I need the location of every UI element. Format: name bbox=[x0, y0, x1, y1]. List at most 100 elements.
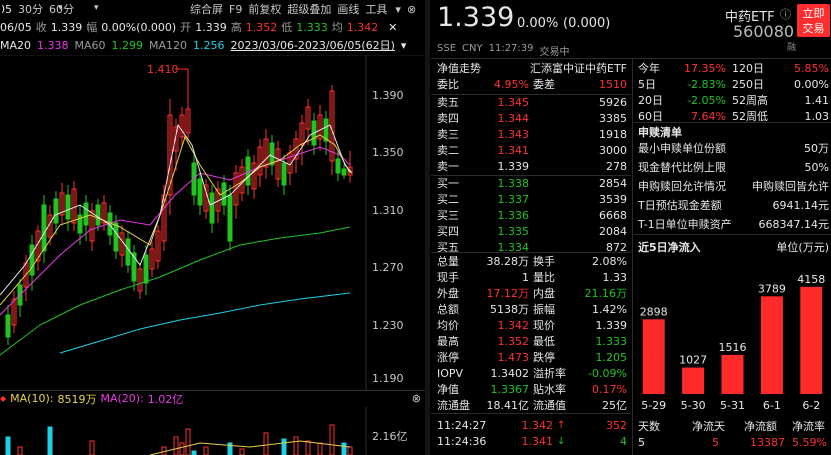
price-tick: 1.230 bbox=[372, 319, 404, 332]
info-icon[interactable]: ⓘ bbox=[780, 6, 791, 22]
volume-bar bbox=[329, 424, 335, 455]
perf-value: 5.85% bbox=[794, 61, 829, 75]
change-abs: (0.000) bbox=[563, 16, 611, 31]
inflow-bar bbox=[642, 319, 665, 394]
stat-value: 1.42% bbox=[592, 302, 627, 316]
inflow-category-label: 5-30 bbox=[681, 399, 706, 412]
inflow-footer-value: 13387 bbox=[750, 436, 785, 449]
vol-settings-icon[interactable]: ⊗ bbox=[412, 392, 421, 405]
currency: CNY bbox=[462, 43, 483, 54]
inflow-bar bbox=[721, 354, 744, 394]
stat-value: 1.473 bbox=[497, 350, 530, 364]
perf-label: 52周高 bbox=[732, 94, 768, 107]
ask-price: 1.339 bbox=[497, 159, 530, 173]
bid-row[interactable]: 买二 1.337 3539 bbox=[431, 191, 631, 207]
view-tools[interactable]: 工具 bbox=[365, 1, 387, 17]
redemption-title: 申赎清单 bbox=[638, 126, 682, 139]
view-draw[interactable]: 画线 bbox=[337, 1, 359, 17]
inflow-bar bbox=[800, 286, 823, 394]
bid-label: 买一 bbox=[437, 177, 459, 190]
perf-label: 今年 bbox=[638, 62, 660, 75]
volume-chart[interactable] bbox=[0, 407, 425, 455]
close-panel-icon[interactable]: ✕ bbox=[388, 21, 397, 34]
stat-value: 1.333 bbox=[595, 334, 628, 348]
ask-row[interactable]: 卖五 1.345 5926 bbox=[431, 94, 631, 110]
inflow-bar-chart: 2898 5-29 1027 5-30 1516 5-31 3789 6-1 4158 6-2 bbox=[640, 273, 826, 412]
date-range[interactable]: 2023/03/06-2023/06/05(62日) bbox=[231, 37, 395, 53]
stat-value: -0.09% bbox=[588, 366, 627, 380]
perf-value: 0.00% bbox=[794, 77, 829, 91]
volume-bar bbox=[203, 446, 209, 455]
stat-row: 最高 1.352 最低 1.333 bbox=[431, 333, 631, 349]
bid-row[interactable]: 买四 1.335 2084 bbox=[431, 223, 631, 239]
ask-price: 1.343 bbox=[497, 127, 530, 141]
stat-value: 0.17% bbox=[592, 382, 627, 396]
stat-row: 净值 1.3367 贴水率 0.17% bbox=[431, 381, 631, 397]
trade-now-button[interactable]: 立即 交易 bbox=[797, 4, 830, 37]
stat-value: 38.28万 bbox=[486, 255, 530, 268]
settings-arrow-icon[interactable]: ⊗ bbox=[407, 3, 416, 16]
period-30min[interactable]: 30分 bbox=[18, 1, 43, 17]
tick-volume: 4 bbox=[620, 434, 627, 448]
candle-body bbox=[197, 178, 203, 206]
open-value: 1.339 bbox=[195, 20, 227, 34]
candle-body bbox=[209, 192, 215, 224]
toolbar-chevron-down-icon[interactable]: ▾ bbox=[58, 3, 63, 13]
fund-name: 汇添富中证中药ETF bbox=[530, 62, 627, 75]
check-chevron-icon[interactable]: ▾ bbox=[94, 3, 99, 13]
candle-body bbox=[125, 238, 131, 266]
security-code: 560080 bbox=[733, 22, 795, 41]
ma120-line bbox=[59, 292, 351, 354]
ma-row: MA20 1.338 MA60 1.299 MA120 1.256 2023/0… bbox=[0, 37, 425, 53]
inflow-summary: 天数 5 净流天 5 净流额 13387 净流率 5.59% bbox=[634, 418, 831, 454]
period-dropdown-icon[interactable]: ▾ bbox=[395, 3, 401, 16]
high-value: 1.352 bbox=[245, 20, 278, 34]
inflow-footer-value: 5 bbox=[638, 436, 645, 449]
bid-label: 买二 bbox=[437, 193, 459, 206]
perf-label: 20日 bbox=[638, 94, 663, 107]
avg-value: 1.342 bbox=[346, 20, 379, 34]
last-price: 1.339 bbox=[437, 2, 515, 33]
ask-row[interactable]: 卖一 1.339 278 bbox=[431, 158, 631, 174]
panel-divider[interactable] bbox=[425, 0, 430, 455]
kline-chart[interactable]: 1.390 1.350 1.310 1.270 1.230 1.190 1.410 bbox=[0, 55, 425, 390]
ma20-label: MA20 bbox=[0, 38, 32, 52]
view-overlay[interactable]: 超级叠加 bbox=[287, 1, 331, 17]
tick-price: 1.342 bbox=[521, 418, 554, 432]
candle-body bbox=[335, 158, 341, 174]
bid-volume: 6668 bbox=[599, 208, 627, 222]
inflow-value-label: 4158 bbox=[797, 273, 825, 286]
view-adjust[interactable]: 前复权 bbox=[248, 1, 281, 17]
view-combo[interactable]: 综合屏 bbox=[190, 1, 223, 17]
redemption-value: 668347.14元 bbox=[758, 218, 830, 231]
ask-row[interactable]: 卖二 1.341 3000 bbox=[431, 142, 631, 158]
redemption-value: 50% bbox=[804, 160, 829, 174]
candle-body bbox=[269, 142, 275, 166]
view-f9[interactable]: F9 bbox=[229, 3, 242, 16]
stat-value: 1.33 bbox=[602, 270, 628, 284]
bid-row[interactable]: 买三 1.336 6668 bbox=[431, 207, 631, 223]
ask-row[interactable]: 卖三 1.343 1918 bbox=[431, 126, 631, 142]
stat-value: 5138万 bbox=[490, 303, 529, 316]
bid-row[interactable]: 买一 1.338 2854 bbox=[431, 175, 631, 191]
price-tick: 1.270 bbox=[372, 261, 404, 274]
candle-body bbox=[227, 194, 233, 242]
tick-volume: 352 bbox=[606, 418, 627, 432]
vol-ma20-value: 1.02亿 bbox=[147, 392, 184, 406]
stat-row: 总额 5138万 振幅 1.42% bbox=[431, 301, 631, 317]
ask-label: 卖三 bbox=[437, 128, 459, 141]
perf-label: 5日 bbox=[638, 78, 656, 91]
perf-row: 今年 17.35% 120日 5.85% bbox=[634, 60, 831, 76]
ask-volume: 278 bbox=[606, 159, 627, 173]
chart-toolbar: 06/05 30分 60分 综合屏 F9 前复权 超级叠加 画线 工具 ▾ bbox=[0, 0, 425, 18]
candle-body bbox=[53, 198, 59, 224]
volume-bar bbox=[341, 442, 347, 455]
stat-label: 贴水率 bbox=[533, 383, 566, 396]
range-dropdown-icon[interactable]: ▾ bbox=[401, 39, 407, 52]
redemption-row: T日预估现金差额 6941.14元 bbox=[634, 197, 831, 213]
inflow-unit: 单位(万元) bbox=[776, 241, 829, 254]
price-tick: 1.310 bbox=[372, 204, 404, 217]
ask-label: 卖四 bbox=[437, 112, 459, 125]
ask-row[interactable]: 卖四 1.344 3385 bbox=[431, 110, 631, 126]
trend-label[interactable]: 净值走势 bbox=[437, 60, 481, 76]
